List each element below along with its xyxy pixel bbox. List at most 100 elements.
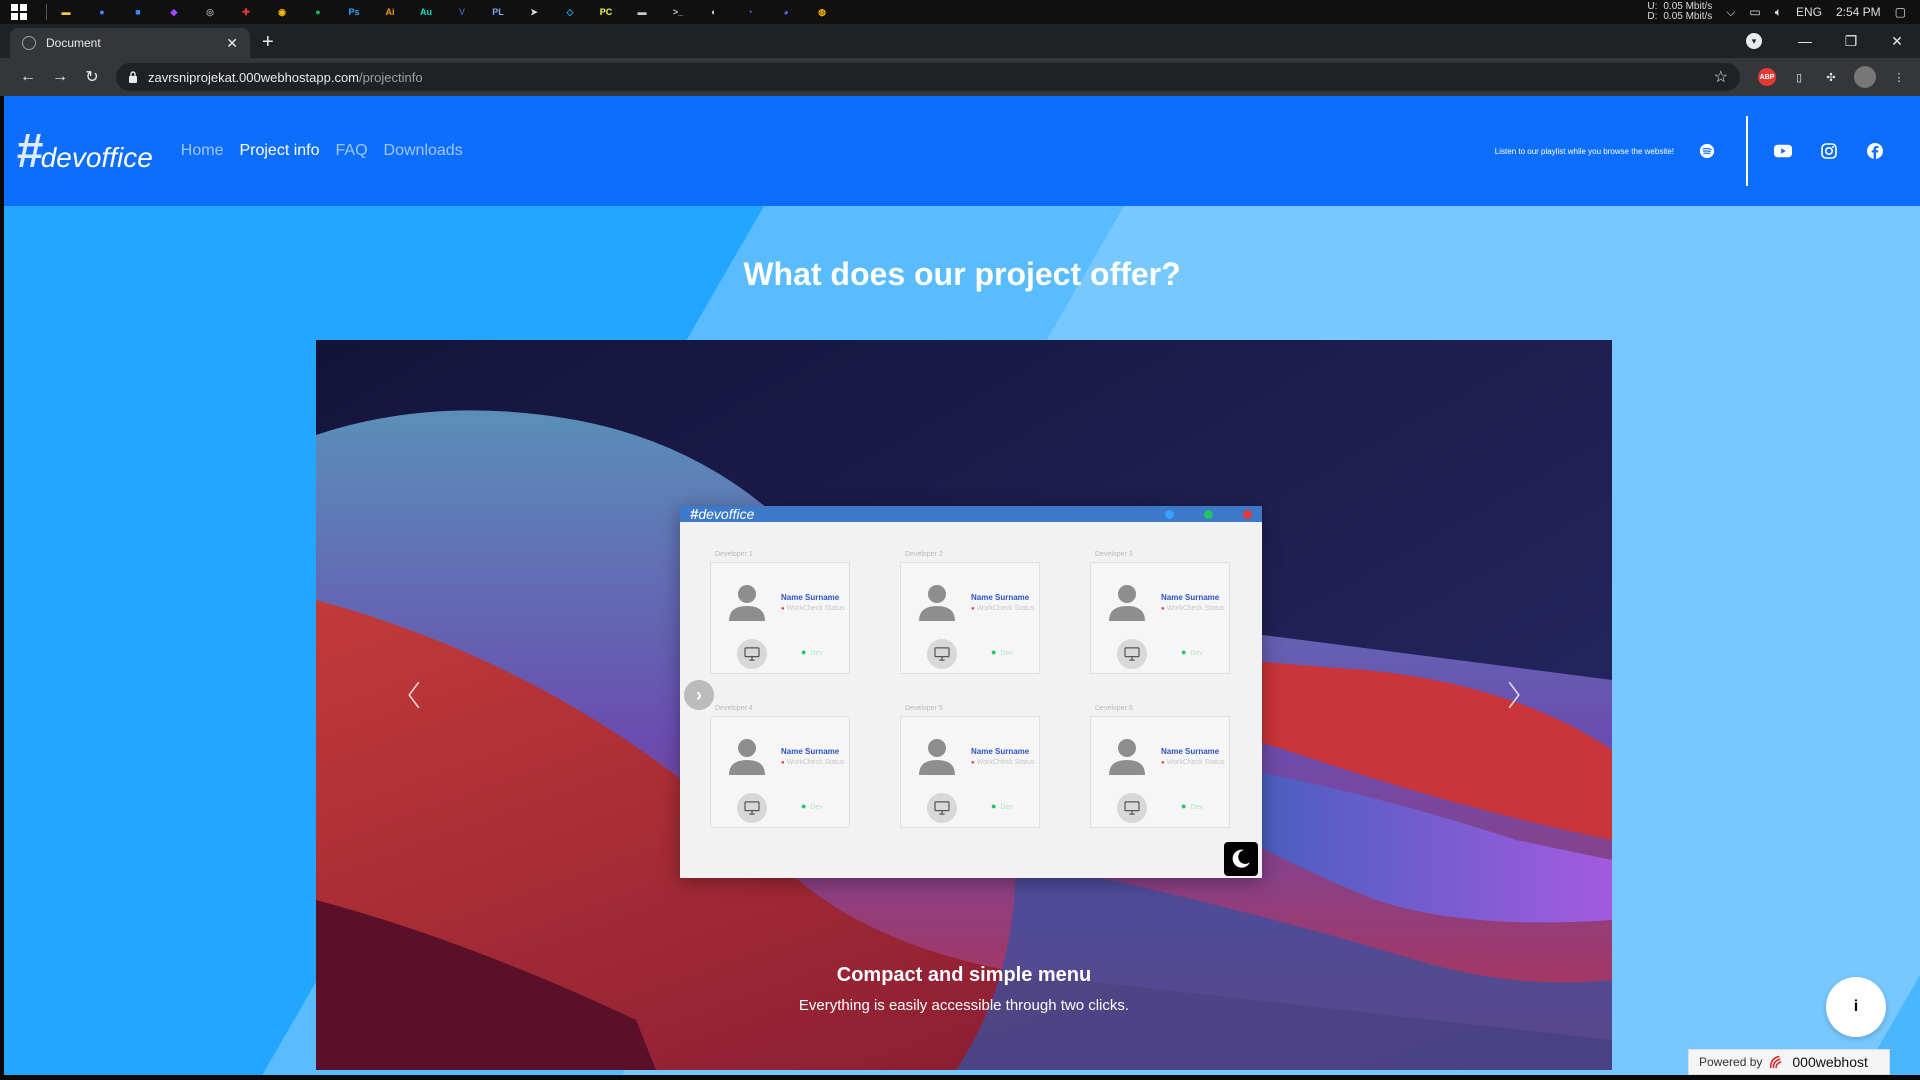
user-avatar-icon [919,585,955,621]
tab-search-icon[interactable]: ▾ [1746,33,1762,49]
online-status: Dev [1181,647,1202,657]
developer-card: Developer 6 Name Surname WorkCheck Status D… [1090,705,1230,828]
powered-by-brand: 000webhost [1792,1054,1868,1070]
browser-toolbar: ← → ↻ zavrsniprojekat.000webhostapp.com /… [0,58,1920,96]
discord-icon[interactable]: ◕ [775,2,797,22]
tray-chevron-icon[interactable]: ⌵ [1726,5,1735,20]
bookmark-star-icon[interactable]: ☆ [1714,67,1728,87]
restore-button[interactable]: ❐ [1828,33,1874,50]
network-icon[interactable]: ▭ [1749,5,1760,19]
logo-word: devoffice [40,141,153,173]
new-tab-button[interactable]: + [262,31,274,54]
photoshop-icon[interactable]: Ps [343,2,365,22]
illustrator-icon[interactable]: Ai [379,2,401,22]
viber-icon[interactable]: ◔ [739,2,761,22]
chrome-menu-icon[interactable]: ⋮ [1890,68,1908,86]
carousel-prev-icon[interactable] [394,675,434,715]
facebook-icon[interactable] [1866,142,1884,160]
developer-label: Developer 4 [715,705,753,712]
pl-app-icon[interactable]: PL [487,2,509,22]
developer-label: Developer 5 [905,705,943,712]
nav-link-home[interactable]: Home [181,142,224,160]
instagram-icon[interactable] [1820,142,1838,160]
messenger-icon[interactable]: ◆ [163,2,185,22]
developer-grid: Developer 1Name SurnameWorkCheck StatusD… [710,551,1230,828]
mock-window-dot [1243,509,1252,519]
windows-taskbar: ▬ ● ■ ◆ ◎ ✚ ◉ ● Ps Ai Au V PL ➤ ◇ PC ▬ >_ ◐ ◔ ◕ ◍ U: D: 0.05 M… [0,0,1920,24]
online-status: Dev [1181,801,1202,811]
powered-by-badge[interactable]: Powered by 000webhost [1688,1049,1890,1075]
tab-title: Document [46,36,101,50]
profile-avatar[interactable] [1854,66,1876,88]
steam-icon[interactable]: ◐ [703,2,725,22]
tab-close-icon[interactable]: ✕ [226,35,238,52]
windows-start-icon[interactable] [0,0,38,24]
app-bar-icon[interactable]: ▬ [631,2,653,22]
developer-label: Developer 3 [1095,551,1133,558]
spotify-icon[interactable]: ● [307,2,329,22]
adblock-icon[interactable]: ABP [1758,68,1776,86]
youtube-icon[interactable] [1774,142,1792,160]
feature-carousel: #devoffice Developer 1 Name Surname WorkCh… [316,340,1612,1070]
file-explorer-icon[interactable]: ▬ [55,2,77,22]
developer-card: Developer 4 Name Surname WorkCheck Status D… [710,705,850,828]
slide-caption: Compact and simple menu Everything is ea… [316,964,1612,1014]
chrome-icon[interactable]: ◉ [271,2,293,22]
volume-icon[interactable]: 🔈︎ [1775,5,1782,20]
info-button[interactable]: i [1826,977,1886,1037]
extensions-puzzle-icon[interactable]: ✣ [1822,68,1840,86]
network-speed: U: D: 0.05 Mbit/s 0.05 Mbit/s [1647,2,1712,22]
site-menu: Home Project info FAQ Downloads [181,142,463,160]
slide-subtitle: Everything is easily accessible through … [798,997,1130,1014]
mock-titlebar: #devoffice [680,506,1262,523]
zoom-icon[interactable]: ■ [127,2,149,22]
user-avatar-icon [729,739,765,775]
messenger-app-icon[interactable]: ● [91,2,113,22]
audition-icon[interactable]: Au [415,2,437,22]
language-indicator[interactable]: ENG [1796,5,1822,19]
notifications-icon[interactable]: ▢ [1895,5,1906,19]
terminal-icon[interactable]: >_ [667,2,689,22]
close-window-button[interactable]: ✕ [1874,33,1920,50]
extension-doc-icon[interactable]: ▯ [1790,68,1808,86]
nav-link-downloads[interactable]: Downloads [384,142,463,160]
online-status: Dev [991,801,1012,811]
developer-status: WorkCheck Status [1161,759,1225,766]
clock[interactable]: 2:54 PM [1836,5,1881,19]
website-page: # devoffice Home Project info FAQ Downloads… [4,96,1920,1075]
visio-icon[interactable]: V [451,2,473,22]
address-bar[interactable]: zavrsniprojekat.000webhostapp.com/projec… [116,63,1740,91]
webhost-logo-icon [1770,1055,1782,1069]
monitor-icon [1117,793,1147,823]
user-avatar-icon [729,585,765,621]
browser-tab[interactable]: Document ✕ [10,28,250,58]
page-heading: What does our project offer? [743,256,1181,292]
back-icon[interactable]: ← [12,68,44,86]
reload-icon[interactable]: ↻ [76,67,108,87]
developer-status: WorkCheck Status [1161,605,1225,612]
developer-label: Developer 2 [905,551,943,558]
browser-tab-strip: Document ✕ + ▾ — ❐ ✕ [0,24,1920,58]
forward-icon[interactable]: → [44,68,76,86]
app-misc-icon[interactable]: ◍ [811,2,833,22]
url-path: /projectinfo [359,69,423,85]
spotify-icon[interactable] [1698,142,1716,160]
vscode-icon[interactable]: ◇ [559,2,581,22]
minimize-button[interactable]: — [1782,33,1828,49]
mock-window-dot [1204,509,1213,519]
app-red-icon[interactable]: ✚ [235,2,257,22]
site-logo[interactable]: # devoffice [16,124,153,179]
cursor-app-icon[interactable]: ➤ [523,2,545,22]
lock-icon [129,71,137,83]
monitor-icon [927,793,957,823]
carousel-next-icon[interactable] [1494,675,1534,715]
mock-window-dot [1165,509,1174,519]
net-down-label: D: [1647,11,1658,22]
clock-app-icon[interactable]: ◎ [199,2,221,22]
developer-label: Developer 6 [1095,705,1133,712]
pycharm-icon[interactable]: PC [595,2,617,22]
nav-link-project-info[interactable]: Project info [239,142,319,160]
nav-link-faq[interactable]: FAQ [336,142,368,160]
developer-name: Name Surname [1161,593,1220,602]
logo-hash: # [16,124,43,178]
